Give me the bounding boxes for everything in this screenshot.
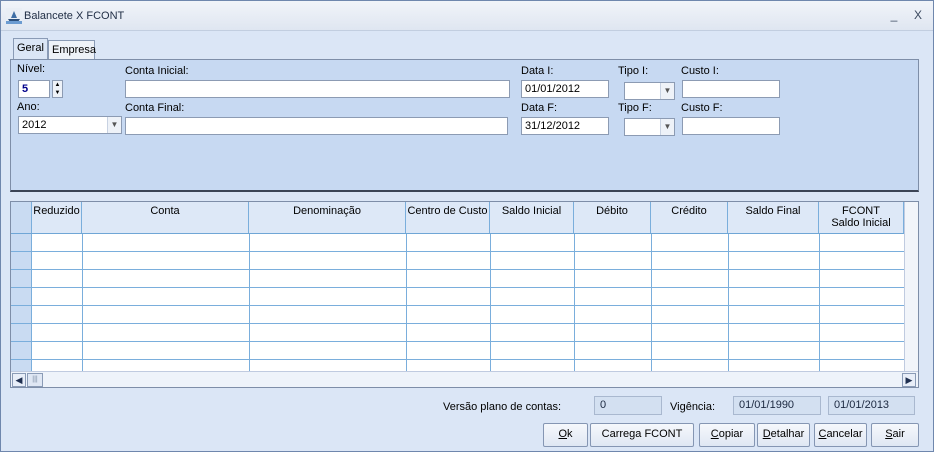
grid-line [249, 234, 250, 371]
chevron-down-icon[interactable]: ▼ [107, 117, 121, 133]
ano-value: 2012 [22, 119, 47, 131]
grid-line [11, 359, 904, 360]
minimize-button[interactable]: _ [887, 8, 901, 22]
column-header[interactable]: Conta [82, 202, 249, 233]
ok-button[interactable]: Ok [543, 423, 588, 447]
custo-i-input[interactable] [682, 80, 780, 98]
column-header-label: Débito [596, 205, 628, 217]
spin-down-icon[interactable]: ▼ [53, 89, 62, 97]
grid-line [490, 234, 491, 371]
copiar-button-label: opiar [718, 428, 744, 440]
column-header[interactable]: FCONT Saldo Inicial [819, 202, 904, 233]
column-header-label: FCONT [842, 205, 880, 217]
custo-i-label: Custo I: [681, 65, 719, 77]
sair-button-label: air [892, 428, 905, 440]
grid-line [11, 287, 904, 288]
grid-line [11, 269, 904, 270]
title-bar: Balancete X FCONT _ X [1, 1, 933, 31]
column-header[interactable]: Débito [574, 202, 651, 233]
column-header-label: Saldo Final [745, 205, 801, 217]
tab-empresa-label: Empresa [52, 44, 97, 56]
grid-line [11, 305, 904, 306]
grid-line [406, 234, 407, 371]
column-header[interactable]: Saldo Inicial [490, 202, 574, 233]
data-grid[interactable]: Reduzido Conta Denominação Centro de Cus… [10, 201, 919, 388]
conta-final-input[interactable] [125, 117, 508, 135]
ano-label: Ano: [17, 101, 40, 113]
scroll-left-icon[interactable]: ◀ [12, 373, 26, 387]
close-button[interactable]: X [911, 8, 925, 22]
grid-line [11, 323, 904, 324]
grid-line [11, 251, 904, 252]
scroll-right-icon[interactable]: ▶ [902, 373, 916, 387]
nivel-spinner[interactable]: ▲ ▼ [52, 80, 63, 98]
window-title: Balancete X FCONT [24, 10, 125, 22]
tipo-f-label: Tipo F: [618, 102, 652, 114]
column-header[interactable]: Centro de Custo [406, 202, 490, 233]
tab-geral[interactable]: Geral [13, 38, 48, 60]
row-indicator-header [11, 202, 32, 233]
filter-panel: Nível: 5 ▲ ▼ Ano: 2012 ▼ Conta Inicial: … [10, 59, 919, 192]
cancelar-button[interactable]: Cancelar [814, 423, 867, 447]
versao-label: Versão plano de contas: [443, 401, 562, 413]
ok-button-label: k [567, 428, 573, 440]
grid-right-filler [904, 202, 918, 371]
data-i-label: Data I: [521, 65, 554, 77]
grid-line [82, 234, 83, 371]
tipo-i-label: Tipo I: [618, 65, 649, 77]
grid-line [728, 234, 729, 371]
custo-f-label: Custo F: [681, 102, 723, 114]
main-window: Balancete X FCONT _ X Geral Empresa Níve… [0, 0, 934, 452]
conta-inicial-label: Conta Inicial: [125, 65, 189, 77]
vigencia-fim-field: 01/01/2013 [828, 396, 915, 415]
column-header-sublabel: Saldo Inicial [831, 217, 891, 229]
data-i-input[interactable]: 01/01/2012 [521, 80, 609, 98]
custo-f-input[interactable] [682, 117, 780, 135]
copiar-button[interactable]: Copiar [699, 423, 755, 447]
detalhar-button-label: etalhar [770, 428, 805, 440]
grid-line [819, 234, 820, 371]
data-f-input[interactable]: 31/12/2012 [521, 117, 609, 135]
detalhar-button-mnemonic: D [762, 428, 771, 440]
versao-field: 0 [594, 396, 662, 415]
nivel-label: Nível: [17, 63, 46, 75]
column-header-label: Saldo Inicial [501, 205, 562, 217]
column-header-label: Centro de Custo [407, 205, 488, 217]
data-f-label: Data F: [521, 102, 558, 114]
sair-button-mnemonic: S [885, 428, 893, 440]
tab-empresa[interactable]: Empresa [48, 40, 97, 60]
column-header-label: Reduzido [33, 205, 80, 217]
ok-button-mnemonic: O [558, 428, 568, 440]
tab-geral-label: Geral [17, 42, 44, 54]
conta-inicial-input[interactable] [125, 80, 510, 98]
column-header[interactable]: Reduzido [32, 202, 82, 233]
grid-header: Reduzido Conta Denominação Centro de Cus… [11, 202, 904, 234]
column-header-label: Denominação [293, 205, 361, 217]
row-indicator-column [11, 234, 32, 371]
carrega-fcont-label: Carrega FCONT [601, 428, 683, 440]
sair-button[interactable]: Sair [871, 423, 919, 447]
column-header-label: Conta [150, 205, 180, 217]
grid-line [651, 234, 652, 371]
chevron-down-icon[interactable]: ▼ [660, 119, 674, 135]
column-header[interactable]: Saldo Final [728, 202, 819, 233]
horizontal-scrollbar[interactable]: ◀ ||| ▶ [11, 371, 918, 387]
nivel-input[interactable]: 5 [18, 80, 50, 98]
column-header-label: Crédito [671, 205, 707, 217]
scroll-thumb[interactable]: ||| [27, 373, 43, 387]
spin-up-icon[interactable]: ▲ [53, 81, 62, 89]
conta-final-label: Conta Final: [125, 102, 185, 114]
grid-line [574, 234, 575, 371]
copiar-button-mnemonic: C [710, 428, 719, 440]
column-header[interactable]: Crédito [651, 202, 728, 233]
vigencia-label: Vigência: [670, 401, 716, 413]
vigencia-inicio-field: 01/01/1990 [733, 396, 821, 415]
carrega-fcont-button[interactable]: Carrega FCONT [590, 423, 694, 447]
detalhar-button[interactable]: Detalhar [757, 423, 810, 447]
chevron-down-icon[interactable]: ▼ [660, 83, 674, 99]
cancelar-button-label: ancelar [826, 428, 863, 440]
ship-icon [6, 8, 22, 24]
column-header[interactable]: Denominação [249, 202, 406, 233]
grid-line [11, 341, 904, 342]
